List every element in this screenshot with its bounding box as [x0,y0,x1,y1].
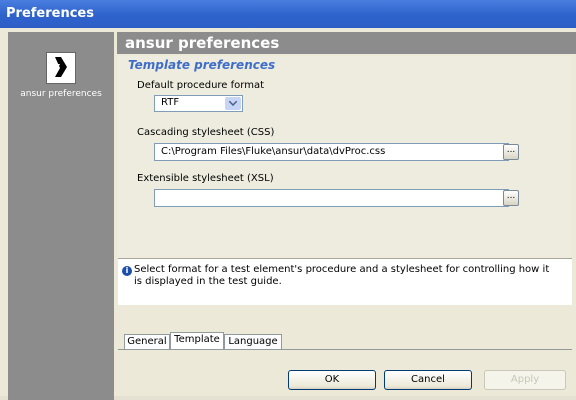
title-bar: Preferences [0,0,576,28]
tab-divider [118,349,572,350]
xsl-browse-button[interactable]: ... [503,190,519,206]
sidebar-item-ansur-preferences[interactable]: ansur preferences [8,89,114,99]
chevron-down-icon[interactable] [225,97,241,110]
sidebar: ansur preferences [8,32,114,400]
css-browse-button[interactable]: ... [503,144,519,160]
cancel-button[interactable]: Cancel [384,370,472,390]
css-path-input[interactable]: C:\Program Files\Fluke\ansur\data\dvProc… [154,143,509,161]
ok-button[interactable]: OK [288,370,376,390]
css-path-value: C:\Program Files\Fluke\ansur\data\dvProc… [161,146,386,157]
page-header: ansur preferences [117,32,576,54]
help-box: i Select format for a test element's pro… [118,258,572,305]
tab-template[interactable]: Template [170,332,224,349]
help-text: Select format for a test element's proce… [134,264,550,287]
default-format-label: Default procedure format [137,80,264,91]
info-icon: i [122,266,132,276]
tab-language[interactable]: Language [224,334,282,349]
css-label: Cascading stylesheet (CSS) [137,127,275,138]
window-title: Preferences [6,6,94,21]
ansur-logo-icon[interactable] [46,52,76,84]
dialog-body: ansur preferences ansur preferences Temp… [0,28,576,400]
section-title: Template preferences [128,58,276,72]
template-preferences-panel: Template preferences Default procedure f… [117,56,571,262]
xsl-path-input[interactable] [154,189,509,207]
default-format-value: RTF [161,97,180,108]
apply-button[interactable]: Apply [484,370,566,390]
page-title: ansur preferences [125,34,280,52]
default-format-select[interactable]: RTF [154,95,243,112]
tab-general[interactable]: General [124,334,170,349]
xsl-label: Extensible stylesheet (XSL) [137,173,274,184]
